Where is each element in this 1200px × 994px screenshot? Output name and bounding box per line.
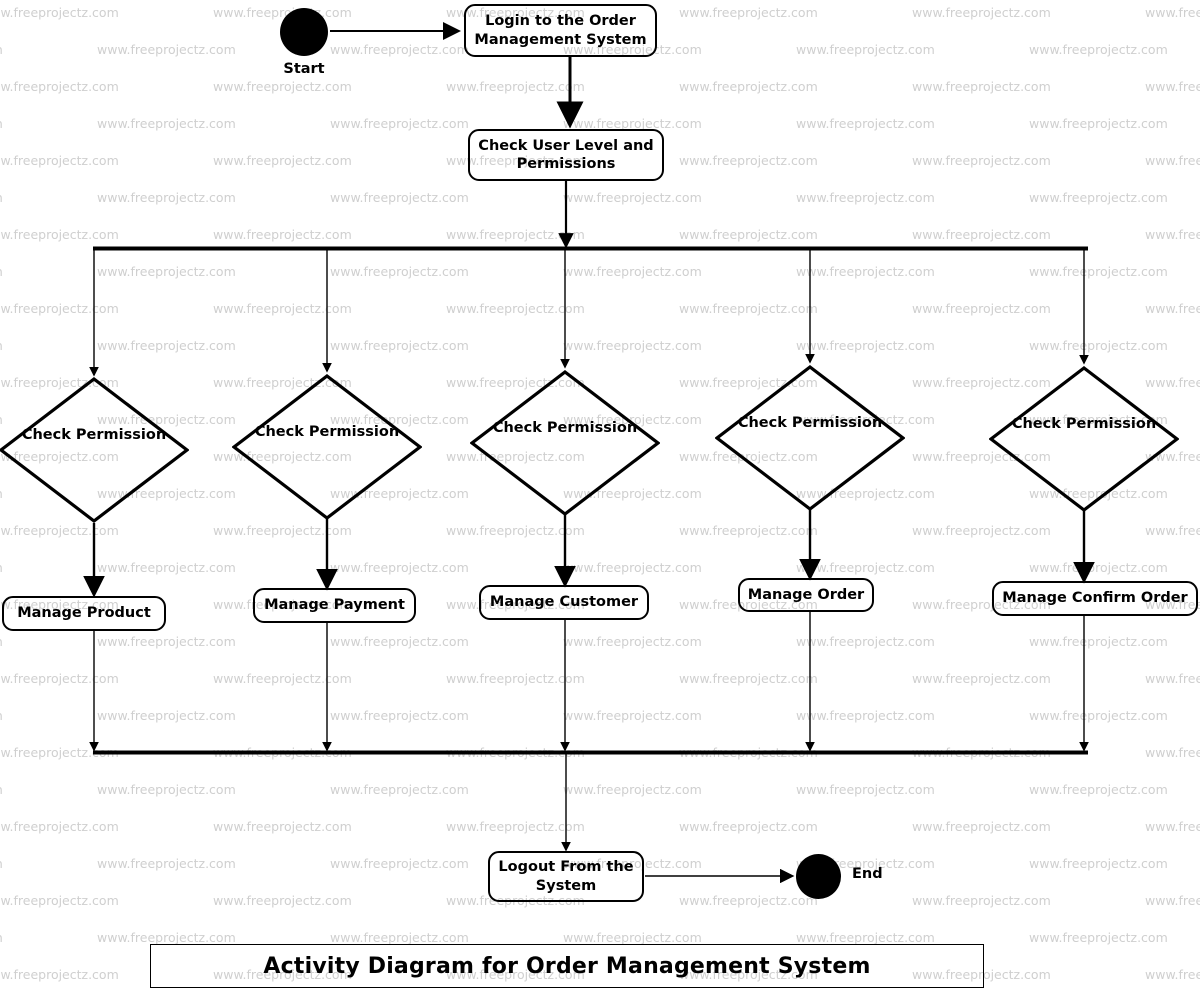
- start-node[interactable]: [280, 8, 328, 56]
- activity-check-user-level-label: Check User Level and Permissions: [478, 137, 654, 172]
- activity-login-label: Login to the Order Management System: [474, 13, 647, 48]
- activity-manage-payment[interactable]: Manage Payment: [253, 588, 416, 623]
- end-node-label: End: [852, 866, 883, 882]
- decision-check-permission-4[interactable]: Check Permission: [714, 364, 906, 512]
- diamond-shape-icon: [231, 373, 423, 521]
- activity-manage-customer-label: Manage Customer: [489, 594, 639, 611]
- activity-manage-product[interactable]: Manage Product: [2, 596, 166, 631]
- activity-check-user-level[interactable]: Check User Level and Permissions: [468, 129, 664, 181]
- activity-manage-customer[interactable]: Manage Customer: [479, 585, 649, 620]
- diagram-title: Activity Diagram for Order Management Sy…: [263, 953, 871, 979]
- end-node[interactable]: [796, 854, 841, 899]
- decision-check-permission-5[interactable]: Check Permission: [988, 365, 1180, 513]
- diamond-shape-icon: [469, 369, 661, 517]
- activity-logout[interactable]: Logout From the System: [488, 851, 644, 902]
- decision-check-permission-2[interactable]: Check Permission: [231, 373, 423, 521]
- decision-check-permission-1[interactable]: Check Permission: [0, 376, 190, 524]
- activity-manage-product-label: Manage Product: [17, 605, 151, 622]
- start-node-label: Start: [283, 61, 325, 77]
- diagram-title-frame: Activity Diagram for Order Management Sy…: [150, 944, 984, 988]
- activity-manage-order[interactable]: Manage Order: [738, 578, 874, 612]
- diamond-shape-icon: [714, 364, 906, 512]
- activity-logout-label: Logout From the System: [498, 859, 634, 894]
- diamond-shape-icon: [988, 365, 1180, 513]
- activity-manage-order-label: Manage Order: [747, 586, 865, 603]
- activity-diagram-canvas: www.freeprojectz.comwww.freeprojectz.com…: [0, 0, 1200, 994]
- activity-manage-payment-label: Manage Payment: [264, 597, 405, 614]
- activity-manage-confirm-order[interactable]: Manage Confirm Order: [992, 581, 1198, 616]
- node-layer: Start Login to the Order Management Syst…: [0, 0, 1200, 994]
- activity-login[interactable]: Login to the Order Management System: [464, 4, 657, 57]
- diamond-shape-icon: [0, 376, 190, 524]
- decision-check-permission-3[interactable]: Check Permission: [469, 369, 661, 517]
- activity-manage-confirm-order-label: Manage Confirm Order: [1002, 590, 1188, 607]
